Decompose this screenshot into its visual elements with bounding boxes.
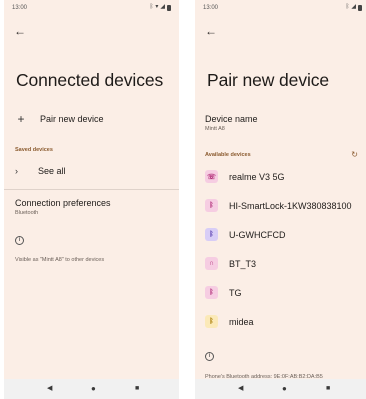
nav-back-icon[interactable]: ◀ bbox=[238, 379, 243, 399]
navigation-bar: ◀ ● ■ bbox=[4, 379, 179, 399]
device-name: BT_T3 bbox=[229, 258, 257, 269]
bluetooth-icon: ᛒ bbox=[205, 228, 218, 241]
refresh-spinner-icon: ↻ bbox=[351, 150, 358, 159]
available-devices-heading: Available devices bbox=[205, 152, 251, 158]
status-icons: ᛒ ▾ ◢ bbox=[150, 4, 171, 11]
navigation-bar: ◀ ● ■ bbox=[195, 379, 366, 399]
page-title: Connected devices bbox=[16, 70, 164, 90]
device-item[interactable]: ☏ realme V3 5G bbox=[205, 170, 285, 183]
see-all-item[interactable]: › See all bbox=[15, 166, 66, 176]
signal-icon: ◢ bbox=[351, 4, 356, 10]
connection-preferences-subtitle: Bluetooth bbox=[15, 210, 39, 216]
device-name: TG bbox=[229, 287, 242, 298]
wifi-icon: ▾ bbox=[155, 4, 159, 10]
device-name-item[interactable]: Device name bbox=[205, 114, 258, 124]
device-name: HI-SmartLock-1KW380838100 bbox=[229, 200, 352, 211]
chevron-right-icon: › bbox=[15, 166, 18, 176]
device-item[interactable]: ᛒ midea bbox=[205, 315, 254, 328]
device-item[interactable]: ᛒ U-GWHCFCD bbox=[205, 228, 286, 241]
status-icons: ᛒ ◢ bbox=[346, 4, 362, 11]
bluetooth-icon: ᛒ bbox=[205, 199, 218, 212]
connection-preferences-item[interactable]: Connection preferences bbox=[15, 198, 111, 208]
page-title: Pair new device bbox=[207, 70, 330, 90]
battery-icon bbox=[358, 4, 362, 11]
device-name-value: Mintt A8 bbox=[205, 126, 225, 132]
device-item[interactable]: ᛒ HI-SmartLock-1KW380838100 bbox=[205, 199, 352, 212]
pair-new-device-screen: 13:00 ᛒ ◢ ← Pair new device Device name … bbox=[195, 0, 366, 399]
plus-icon: + bbox=[17, 112, 25, 126]
status-time: 13:00 bbox=[203, 5, 219, 11]
nav-home-icon[interactable]: ● bbox=[91, 379, 96, 399]
saved-devices-heading: Saved devices bbox=[15, 147, 53, 153]
bluetooth-icon: ᛒ bbox=[205, 315, 218, 328]
device-item[interactable]: ᛒ TG bbox=[205, 286, 242, 299]
status-bar: 13:00 ᛒ ▾ ◢ bbox=[4, 0, 179, 16]
device-name: realme V3 5G bbox=[229, 171, 285, 182]
info-icon: i bbox=[15, 236, 24, 245]
battery-icon bbox=[167, 4, 171, 11]
phone-icon: ☏ bbox=[205, 170, 218, 183]
info-icon: i bbox=[205, 352, 214, 361]
visibility-info-text: Visible as "Mintt A8" to other devices bbox=[15, 257, 105, 263]
see-all-label: See all bbox=[38, 166, 66, 176]
bluetooth-icon: ᛒ bbox=[205, 286, 218, 299]
status-bar: 13:00 ᛒ ◢ bbox=[195, 0, 366, 16]
device-item[interactable]: ∩ BT_T3 bbox=[205, 257, 256, 270]
pair-new-device-label: Pair new device bbox=[40, 114, 104, 124]
divider bbox=[4, 189, 179, 190]
device-name: midea bbox=[229, 316, 254, 327]
nav-home-icon[interactable]: ● bbox=[282, 379, 287, 399]
nav-recents-icon[interactable]: ■ bbox=[135, 379, 139, 399]
nav-back-icon[interactable]: ◀ bbox=[47, 379, 52, 399]
connected-devices-screen: 13:00 ᛒ ▾ ◢ ← Connected devices + Pair n… bbox=[4, 0, 179, 399]
pair-new-device-item[interactable]: + Pair new device bbox=[12, 111, 104, 127]
headphones-icon: ∩ bbox=[205, 257, 218, 270]
bluetooth-status-icon: ᛒ bbox=[345, 4, 350, 10]
back-arrow-icon[interactable]: ← bbox=[205, 24, 221, 38]
status-time: 13:00 bbox=[12, 5, 28, 11]
bluetooth-status-icon: ᛒ bbox=[149, 4, 154, 10]
signal-icon: ◢ bbox=[160, 4, 165, 10]
device-name: U-GWHCFCD bbox=[229, 229, 286, 240]
nav-recents-icon[interactable]: ■ bbox=[326, 379, 330, 399]
back-arrow-icon[interactable]: ← bbox=[14, 24, 30, 38]
